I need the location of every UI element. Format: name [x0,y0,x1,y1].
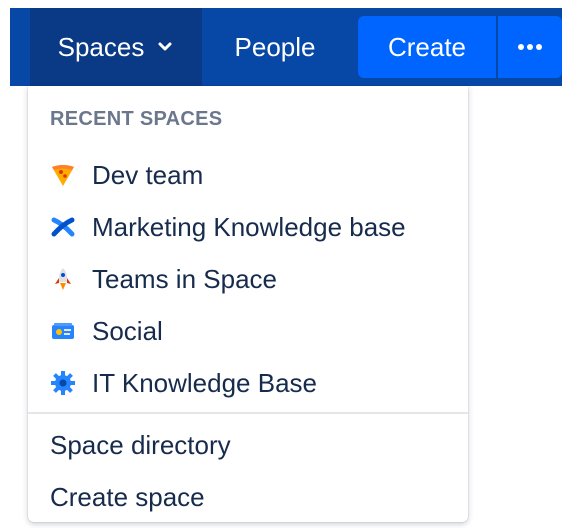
recent-space-dev-team[interactable]: Dev team [28,150,468,200]
recent-space-label: Marketing Knowledge base [92,211,406,242]
blue-x-icon [51,217,75,237]
menu-divider [28,412,468,414]
create-label: Create [387,31,467,62]
recent-space-label: IT Knowledge Base [92,367,317,398]
people-label: People [234,31,316,62]
gear-icon [51,371,75,395]
recent-space-label: Social [92,315,163,346]
recent-space-label: Teams in Space [92,263,277,294]
recent-space-teams-in-space[interactable]: Teams in Space [28,254,468,304]
recent-space-it-knowledge-base[interactable]: IT Knowledge Base [28,358,468,408]
id-card-icon [52,323,74,339]
create-space-link[interactable]: Create space [28,472,468,522]
recent-spaces-heading: RECENT SPACES [50,108,223,130]
recent-space-social[interactable]: Social [28,306,468,356]
space-directory-label: Space directory [50,429,231,460]
ellipsis-icon [518,44,542,50]
create-button[interactable]: Create [358,16,496,78]
chevron-down-icon [158,42,172,51]
create-space-label: Create space [50,481,205,512]
spaces-menu-button[interactable]: Spaces [30,8,202,86]
recent-space-label: Dev team [92,159,204,190]
rocket-icon [55,268,71,290]
more-options-button[interactable] [498,16,562,78]
pizza-icon [52,165,74,186]
space-directory-link[interactable]: Space directory [28,420,468,470]
top-navigation-bar: Spaces People Create [10,8,562,86]
spaces-label: Spaces [57,31,145,62]
recent-space-marketing-knowledge-base[interactable]: Marketing Knowledge base [28,202,468,252]
people-menu-button[interactable]: People [206,8,344,86]
spaces-dropdown-menu: RECENT SPACES Dev team Marketing Knowled… [28,86,468,522]
